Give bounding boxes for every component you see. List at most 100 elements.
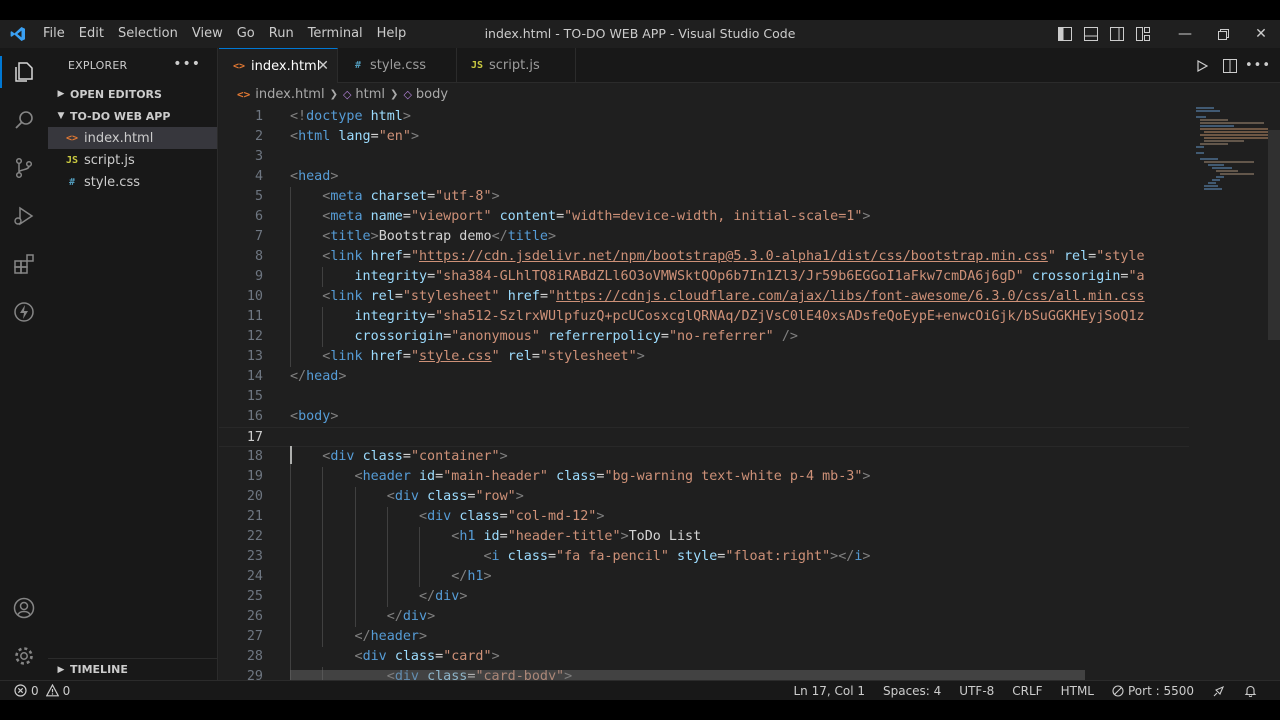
line-number: 24 xyxy=(246,569,263,584)
end-of-line[interactable]: CRLF xyxy=(1003,684,1051,698)
manage-gear-icon[interactable] xyxy=(0,632,48,680)
timeline-section[interactable]: ▶ TIMELINE xyxy=(48,658,217,680)
line-number: 10 xyxy=(246,289,263,304)
file-type-icon: <> xyxy=(65,132,79,144)
menu-go[interactable]: Go xyxy=(230,20,262,48)
tab-style-css[interactable]: # style.css xyxy=(338,48,457,83)
minimap[interactable] xyxy=(1194,105,1270,195)
explorer-icon[interactable] xyxy=(0,48,48,96)
more-actions-icon[interactable]: ••• xyxy=(173,56,201,72)
indentation[interactable]: Spaces: 4 xyxy=(874,684,950,698)
accounts-icon[interactable] xyxy=(0,584,48,632)
code-line: 19 <header id="main-header" class="bg-wa… xyxy=(219,467,1189,487)
file-encoding[interactable]: UTF-8 xyxy=(950,684,1003,698)
customize-layout-icon[interactable] xyxy=(1130,20,1156,48)
file-type-icon: <> xyxy=(232,60,246,72)
split-editor-icon[interactable] xyxy=(1216,48,1244,83)
file-name: script.js xyxy=(84,152,135,168)
tab-label: script.js xyxy=(489,58,540,73)
menu-terminal[interactable]: Terminal xyxy=(301,20,370,48)
open-editors-section[interactable]: ▶ OPEN EDITORS xyxy=(48,83,217,105)
code-line: 17 xyxy=(219,427,1189,447)
close-tab-icon[interactable]: ✕ xyxy=(317,58,329,74)
line-number: 21 xyxy=(246,509,263,524)
menu-edit[interactable]: Edit xyxy=(72,20,111,48)
code-text: <body> xyxy=(290,409,339,424)
vscode-window: File Edit Selection View Go Run Terminal Help i… xyxy=(0,20,1280,700)
code-line: 1 <!doctype html> xyxy=(219,107,1189,127)
menu-help[interactable]: Help xyxy=(370,20,414,48)
timeline-label: TIMELINE xyxy=(70,663,128,676)
code-line: 18 <div class="container"> xyxy=(219,447,1189,467)
cursor-position[interactable]: Ln 17, Col 1 xyxy=(784,684,874,698)
project-folder-section[interactable]: ▼ TO-DO WEB APP xyxy=(48,105,217,127)
file-item[interactable]: # style.css xyxy=(48,171,217,193)
tab-script-js[interactable]: JS script.js xyxy=(457,48,576,83)
element-symbol-icon: ◇ xyxy=(403,87,412,101)
menu-view[interactable]: View xyxy=(185,20,230,48)
close-window-button[interactable]: ✕ xyxy=(1242,20,1280,48)
code-text: <!doctype html> xyxy=(290,109,411,124)
tab-label: index.html xyxy=(251,58,321,74)
live-server-port[interactable]: Port : 5500 xyxy=(1103,684,1203,698)
menu-file[interactable]: File xyxy=(36,20,72,48)
line-number: 5 xyxy=(254,189,263,204)
toggle-secondary-sidebar-icon[interactable] xyxy=(1104,20,1130,48)
line-number: 1 xyxy=(254,109,263,124)
breadcrumb-file[interactable]: index.html xyxy=(255,87,324,102)
open-editors-label: OPEN EDITORS xyxy=(70,87,162,101)
line-number: 6 xyxy=(254,209,263,224)
indent-guide xyxy=(354,487,356,627)
port-label: Port : 5500 xyxy=(1128,683,1194,698)
file-type-icon: # xyxy=(354,60,362,71)
file-item[interactable]: <> index.html xyxy=(48,127,217,149)
indent-guide xyxy=(386,507,388,607)
project-folder-label: TO-DO WEB APP xyxy=(70,109,171,123)
vscode-logo-icon xyxy=(0,20,36,48)
language-mode[interactable]: HTML xyxy=(1052,684,1103,698)
live-server-icon[interactable] xyxy=(0,288,48,336)
code-line: 9 integrity="sha384-GLhlTQ8iRABdZLl6O3oV… xyxy=(219,267,1189,287)
horizontal-scrollbar[interactable] xyxy=(290,670,1085,680)
code-text: <link href="style.css" rel="stylesheet"> xyxy=(322,349,645,364)
menu-run[interactable]: Run xyxy=(262,20,301,48)
chevron-right-icon: ❯ xyxy=(390,88,399,100)
code-editor[interactable]: 1 <!doctype html> 2 <html lang="en"> 3 4 <head… xyxy=(219,105,1280,680)
menu-selection[interactable]: Selection xyxy=(111,20,185,48)
code-line: 28 <div class="card"> xyxy=(219,647,1189,667)
more-actions-icon[interactable]: ••• xyxy=(1244,48,1272,83)
line-number: 28 xyxy=(246,649,263,664)
chevron-down-icon: ▼ xyxy=(57,111,65,121)
file-type-icon: JS xyxy=(470,60,484,71)
code-line: 3 xyxy=(219,147,1189,167)
code-line: 4 <head> xyxy=(219,167,1189,187)
line-number: 7 xyxy=(254,229,263,244)
breadcrumb-body[interactable]: body xyxy=(416,87,448,102)
restore-window-button[interactable] xyxy=(1204,20,1242,48)
minimize-window-button[interactable]: — xyxy=(1166,20,1204,48)
run-file-icon[interactable] xyxy=(1188,48,1216,83)
code-text: </head> xyxy=(290,369,347,384)
tab-index-html[interactable]: <> index.html ✕ xyxy=(219,48,338,83)
line-number: 18 xyxy=(246,449,263,464)
breadcrumb-html[interactable]: html xyxy=(355,87,385,102)
code-text: </header> xyxy=(354,629,428,644)
feedback-icon[interactable] xyxy=(1203,684,1235,698)
search-icon[interactable] xyxy=(0,96,48,144)
error-count: 0 xyxy=(31,683,39,698)
toggle-panel-icon[interactable] xyxy=(1078,20,1104,48)
toggle-primary-sidebar-icon[interactable] xyxy=(1052,20,1078,48)
source-control-icon[interactable] xyxy=(0,144,48,192)
code-line: 26 </div> xyxy=(219,607,1189,627)
extensions-icon[interactable] xyxy=(0,240,48,288)
problems-indicator[interactable]: 0 0 xyxy=(14,684,70,698)
line-number: 23 xyxy=(246,549,263,564)
code-text: <link rel="stylesheet" href="https://cdn… xyxy=(322,289,1145,304)
breadcrumb: <> index.html ❯ ◇ html ❯ ◇ body xyxy=(219,83,1280,105)
run-and-debug-icon[interactable] xyxy=(0,192,48,240)
code-text: <div class="col-md-12"> xyxy=(419,509,605,524)
vertical-scrollbar[interactable] xyxy=(1268,130,1280,340)
notifications-bell-icon[interactable] xyxy=(1235,684,1266,697)
element-symbol-icon: ◇ xyxy=(342,87,352,101)
file-item[interactable]: JS script.js xyxy=(48,149,217,171)
